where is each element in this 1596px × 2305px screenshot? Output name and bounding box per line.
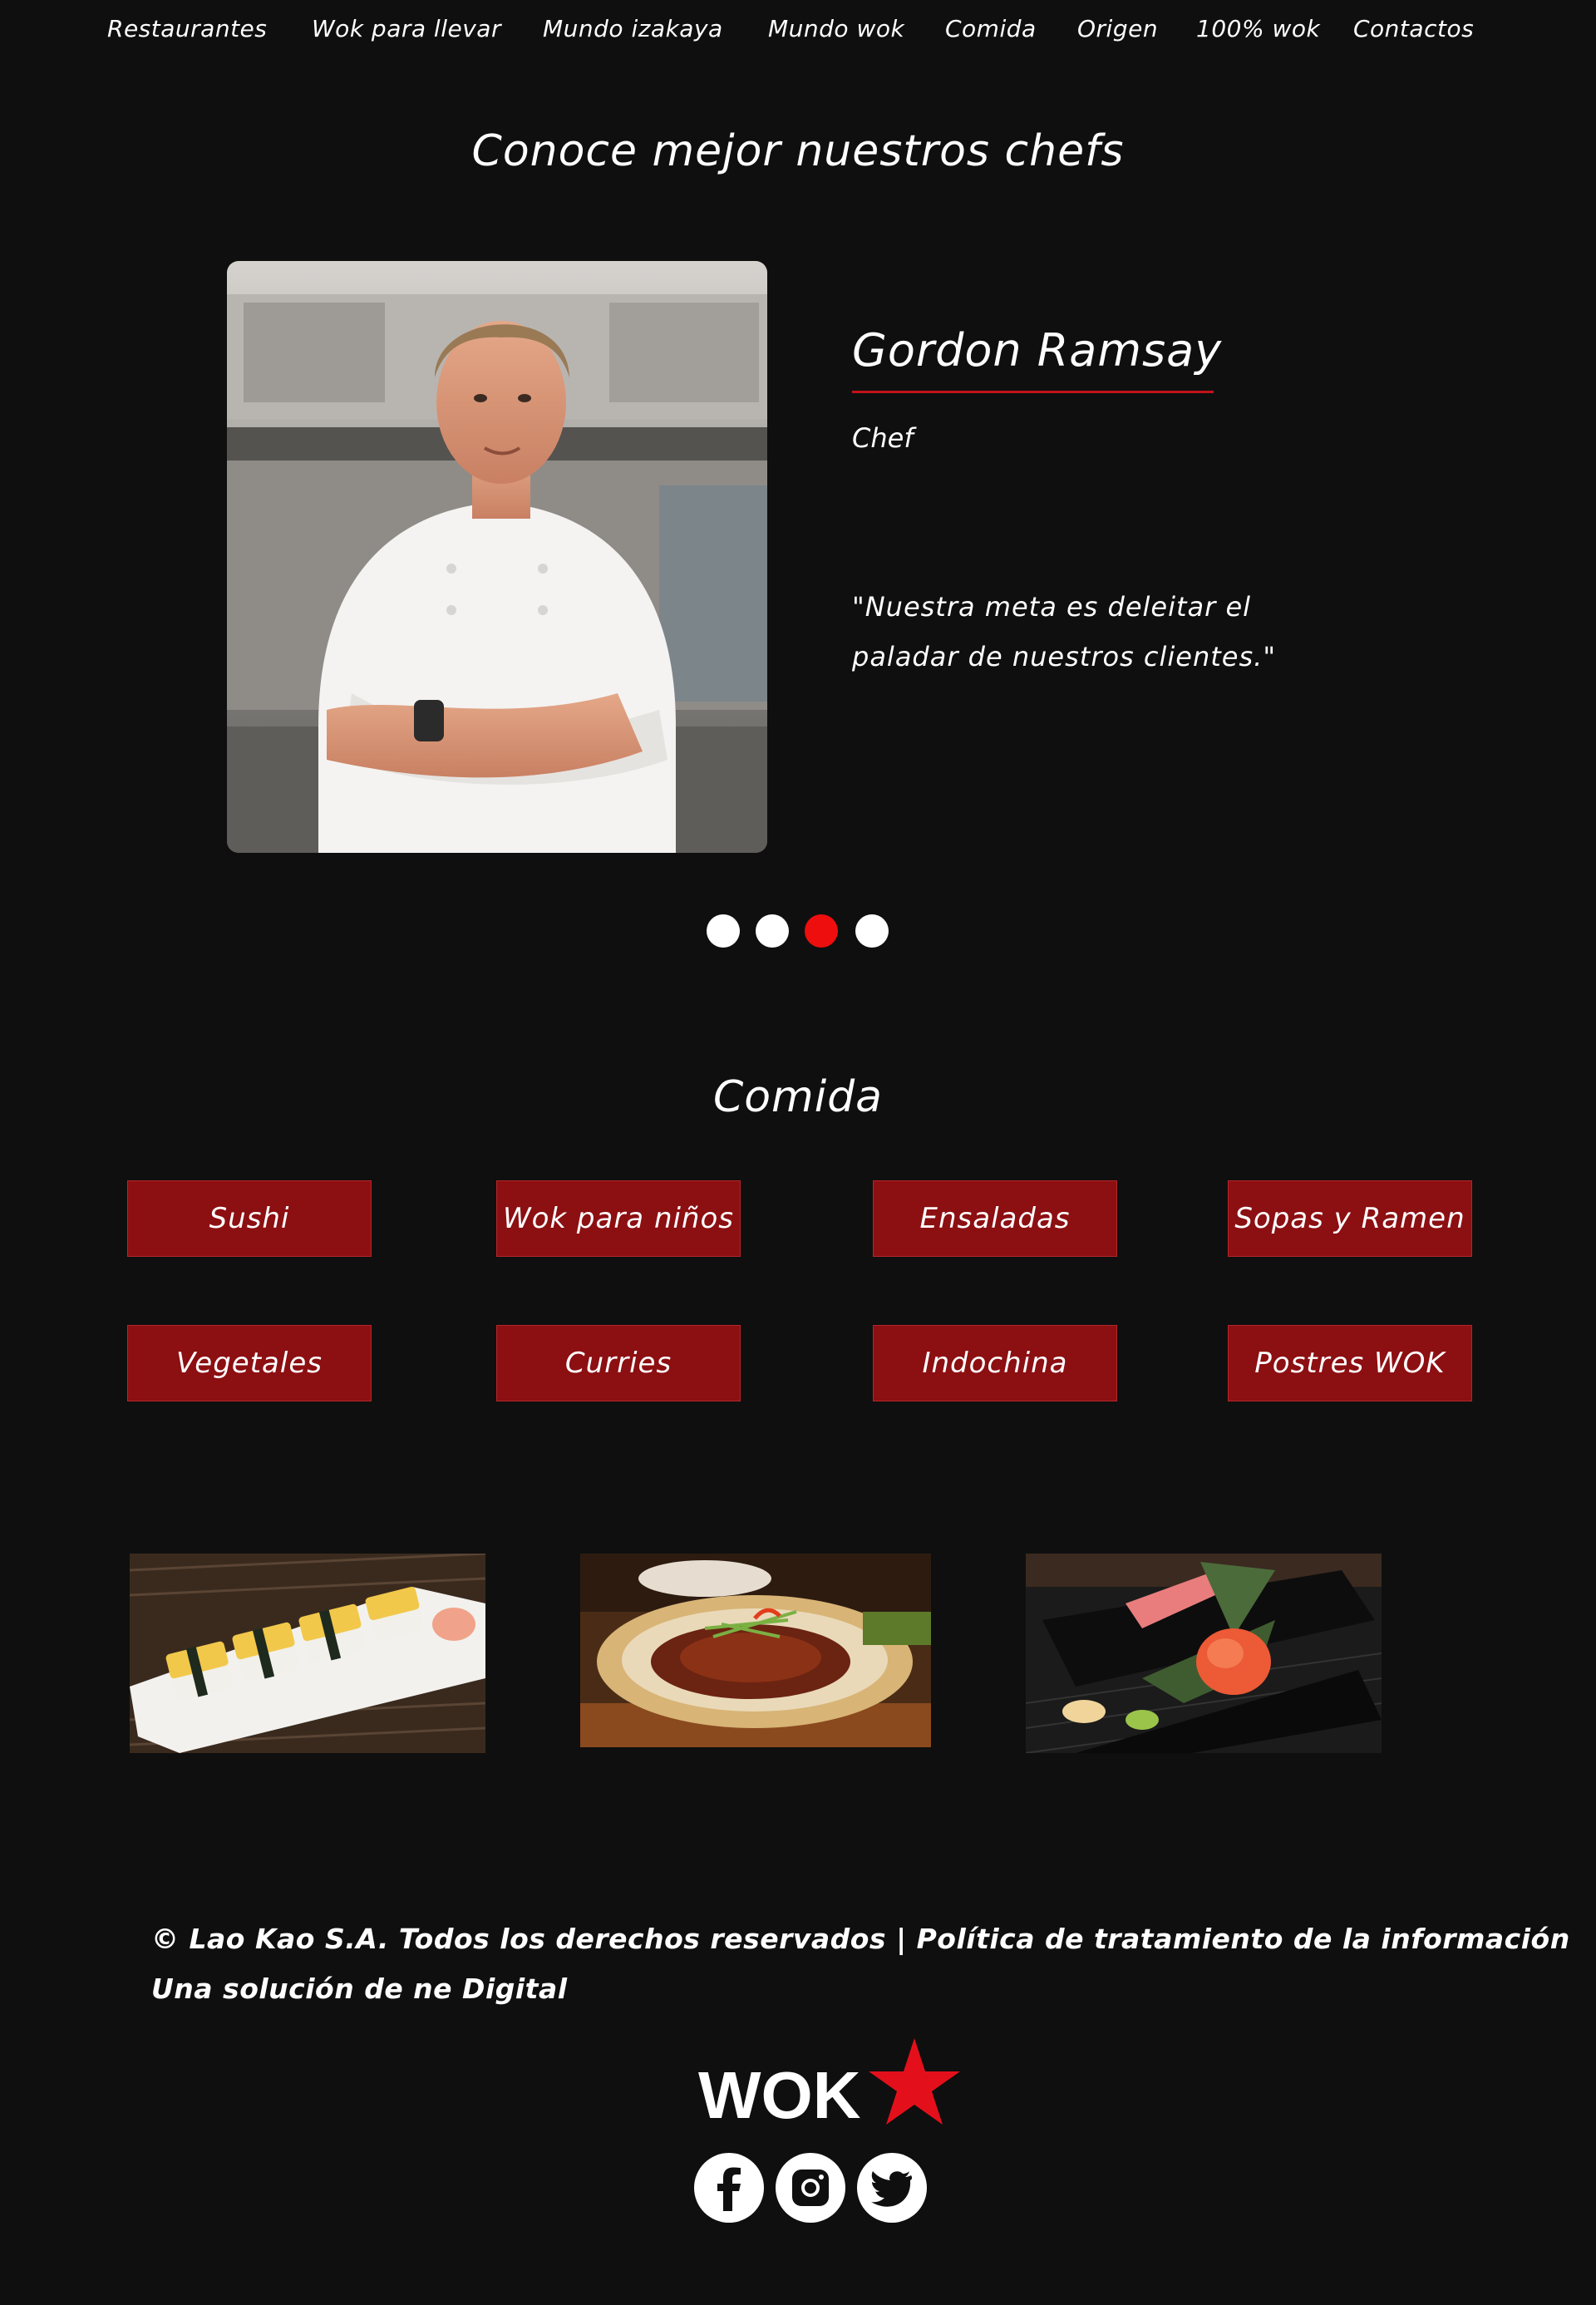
footer-text: © Lao Kao S.A. Todos los derechos reserv… [151,1914,1570,2014]
twitter-icon [871,2171,913,2207]
wok-logo-graphic: WOK [698,2038,960,2132]
chef-photo [227,261,767,853]
carousel-pagination [0,914,1596,948]
food-image-sushi[interactable] [130,1554,485,1753]
food-btn-postres-wok[interactable]: Postres WOK [1228,1325,1472,1401]
logo-wordmark: WOK [698,2058,861,2128]
carousel-dot-4[interactable] [855,914,889,948]
food-btn-wok-para-ninos[interactable]: Wok para niños [496,1180,741,1257]
carousel-dot-2[interactable] [756,914,789,948]
tamago-sushi-photo [130,1554,485,1753]
food-image-dish[interactable] [580,1554,931,1747]
chef-name-underline [852,391,1214,393]
food-image-temaki[interactable] [1026,1554,1382,1753]
chef-quote: "Nuestra meta es deleitar el paladar de … [852,582,1351,682]
chef-name: Gordon Ramsay [852,324,1223,377]
food-btn-indochina[interactable]: Indochina [873,1325,1117,1401]
food-btn-vegetales[interactable]: Vegetales [127,1325,372,1401]
carousel-dot-3-active[interactable] [805,914,838,948]
chef-role: Chef [852,422,914,454]
instagram-icon [792,2170,829,2206]
nav-origen[interactable]: Origen [1077,15,1158,42]
facebook-icon [717,2167,741,2211]
chef-quote-line-1: "Nuestra meta es deleitar el [852,591,1252,623]
chef-portrait-image [227,261,767,853]
instagram-button[interactable] [776,2153,845,2223]
top-navigation: Restaurantes Wok para llevar Mundo izaka… [0,15,1596,52]
chefs-section-title: Conoce mejor nuestros chefs [471,126,1125,176]
carousel-dot-1[interactable] [707,914,740,948]
footer-credit[interactable]: Una solución de ne Digital [151,1964,1570,2014]
glazed-dish-photo [580,1554,931,1747]
nav-mundo-wok[interactable]: Mundo wok [768,15,904,42]
twitter-button[interactable] [857,2153,927,2223]
star-icon [869,2038,960,2125]
facebook-button[interactable] [694,2153,764,2223]
nav-wok-para-llevar[interactable]: Wok para llevar [312,15,501,42]
food-btn-sopas-y-ramen[interactable]: Sopas y Ramen [1228,1180,1472,1257]
food-btn-sushi[interactable]: Sushi [127,1180,372,1257]
wok-logo[interactable]: WOK [697,2037,963,2132]
food-btn-ensaladas[interactable]: Ensaladas [873,1180,1117,1257]
footer-copyright[interactable]: © Lao Kao S.A. Todos los derechos reserv… [151,1914,1570,1964]
nav-comida[interactable]: Comida [945,15,1037,42]
nav-contactos[interactable]: Contactos [1353,15,1474,42]
comida-section-title: Comida [712,1072,884,1122]
nav-mundo-izakaya[interactable]: Mundo izakaya [543,15,723,42]
nav-restaurantes[interactable]: Restaurantes [107,15,267,42]
nav-100-wok[interactable]: 100% wok [1196,15,1320,42]
food-btn-curries[interactable]: Curries [496,1325,741,1401]
chef-quote-line-2: paladar de nuestros clientes." [852,641,1277,672]
temaki-hand-roll-photo [1026,1554,1382,1753]
